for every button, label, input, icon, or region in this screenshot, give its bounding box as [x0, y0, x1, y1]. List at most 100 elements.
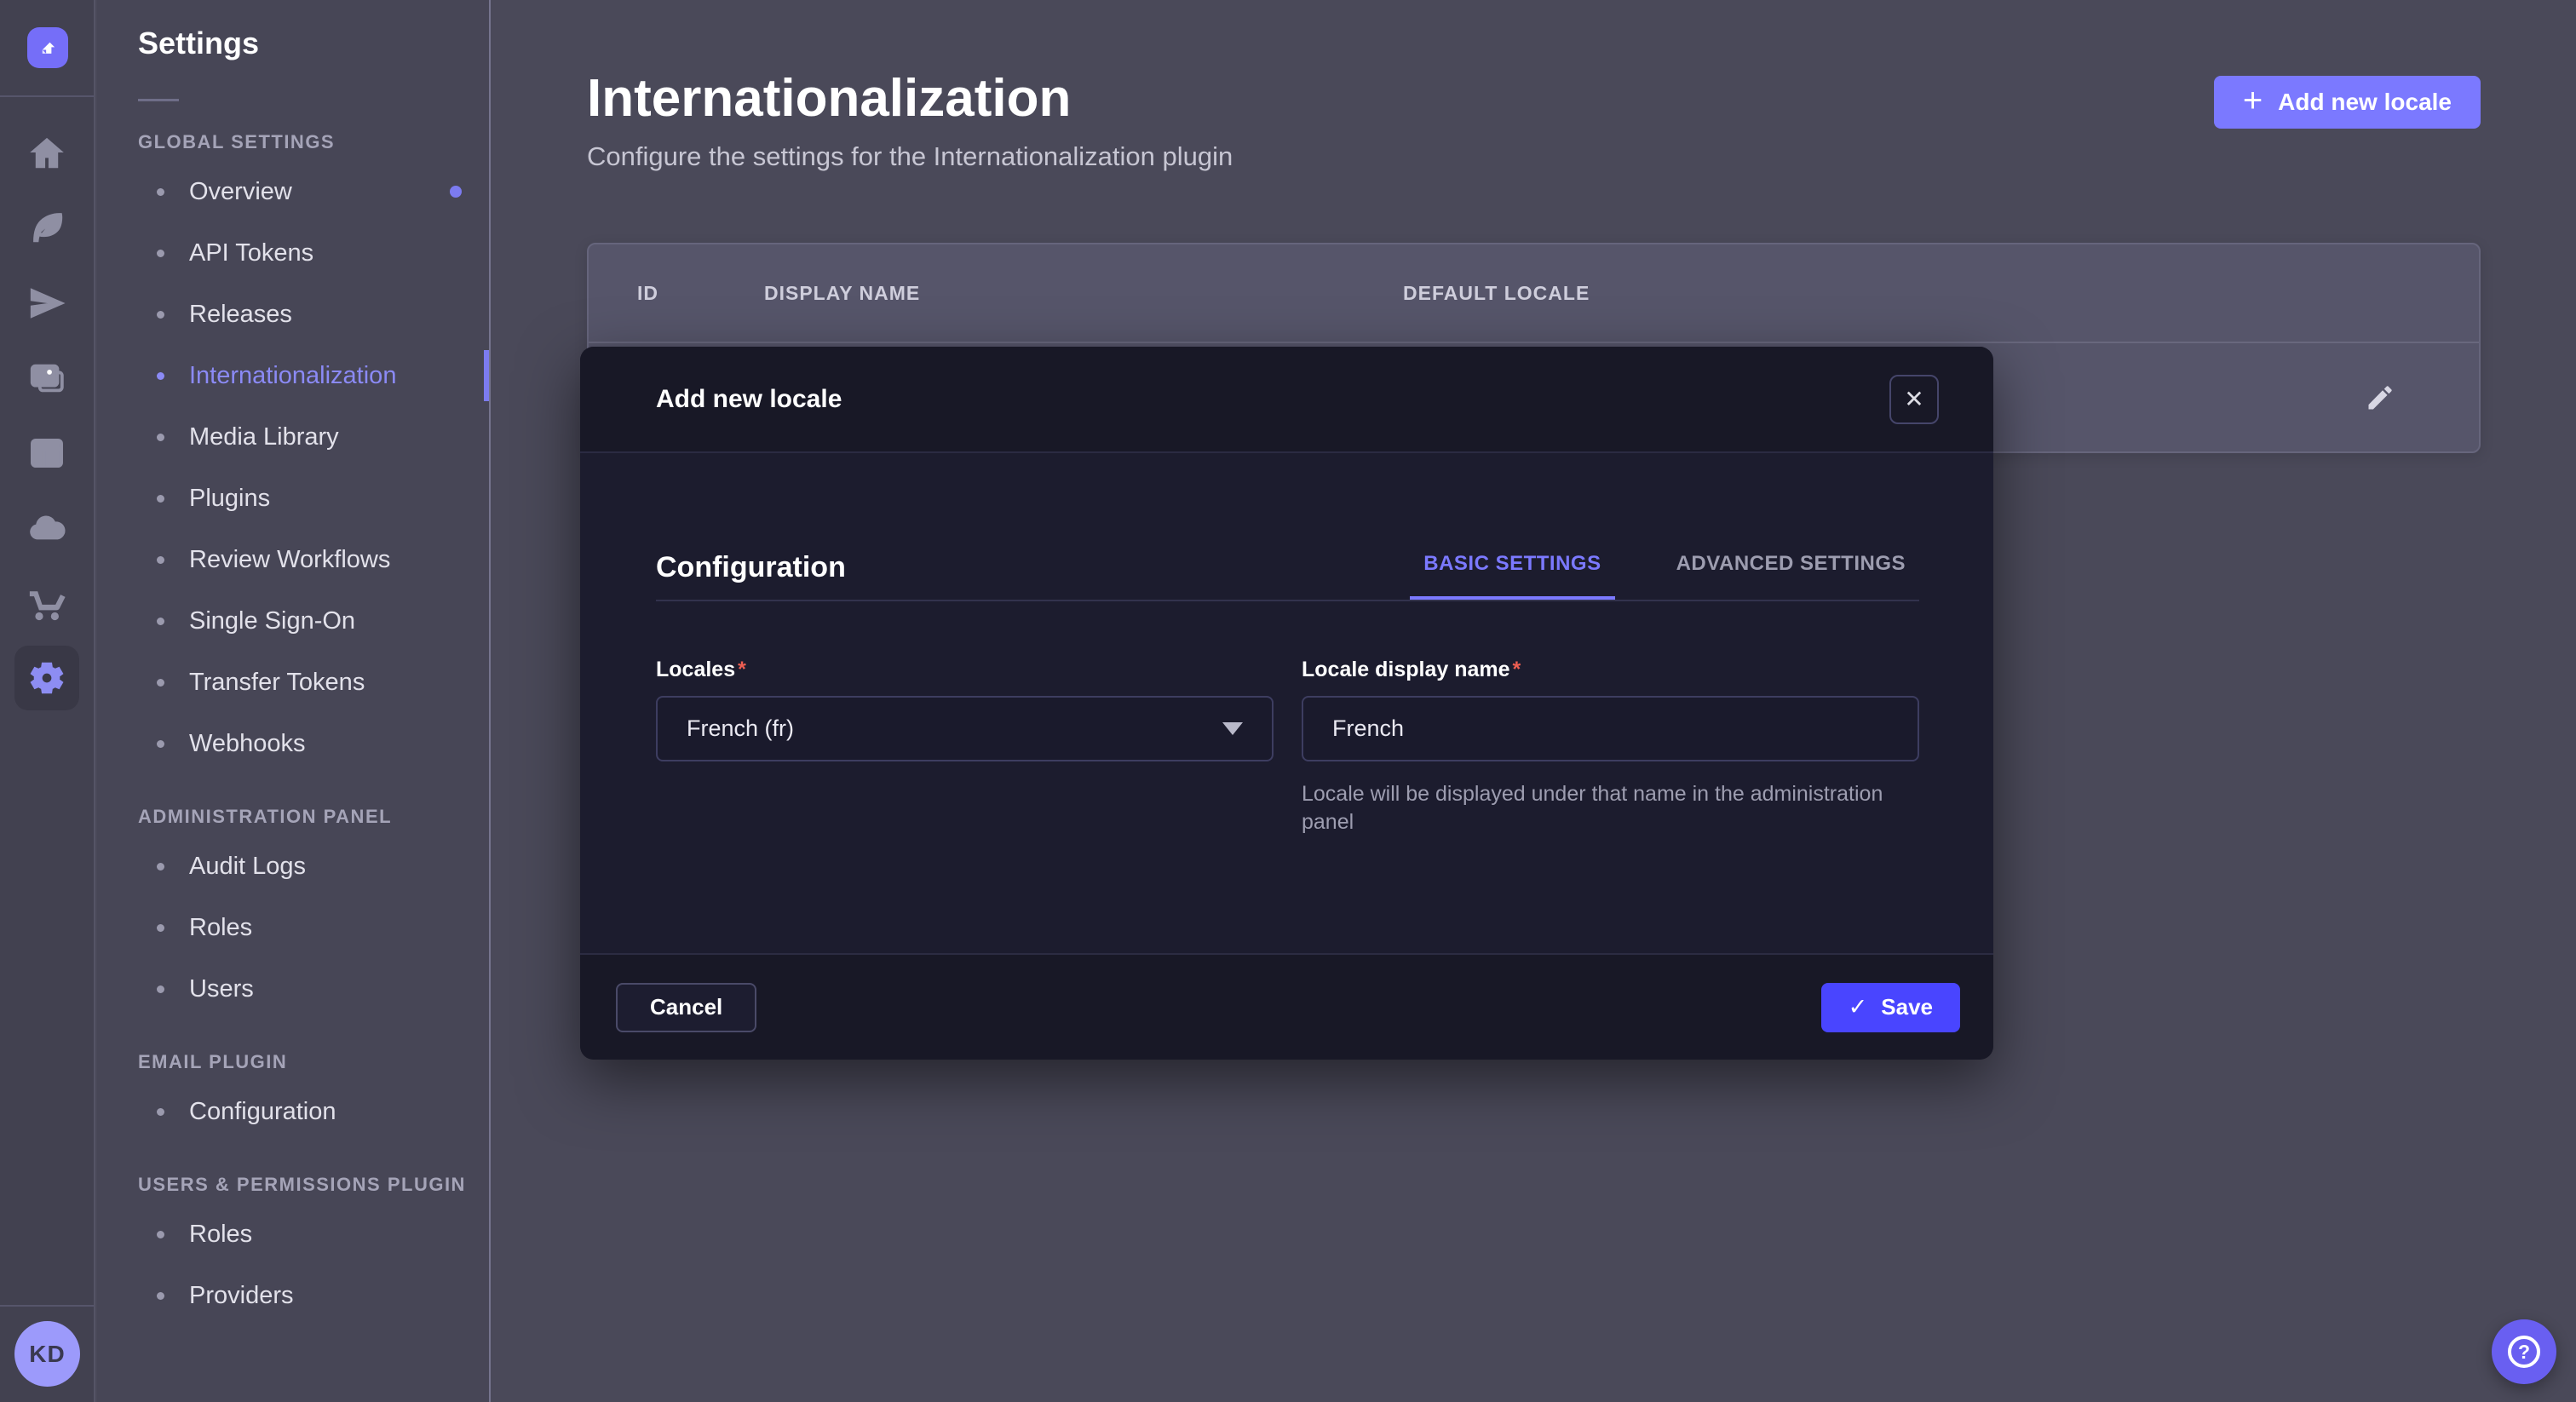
modal-title: Add new locale	[656, 385, 842, 414]
sidebar-item-label: Plugins	[189, 485, 270, 513]
sidebar-item-label: API Tokens	[189, 239, 313, 267]
divider	[138, 99, 179, 101]
cloud-icon	[27, 509, 66, 548]
add-new-locale-button[interactable]: + Add new locale	[2214, 76, 2481, 129]
locales-select-value: French (fr)	[687, 715, 794, 742]
save-button[interactable]: ✓ Save	[1821, 983, 1960, 1032]
bullet-icon	[157, 924, 164, 932]
locales-label: Locales*	[656, 658, 1274, 682]
nav-marketplace-button[interactable]	[0, 566, 94, 641]
required-asterisk: *	[1513, 658, 1521, 681]
sidebar-item-roles-up[interactable]: Roles	[97, 1204, 489, 1265]
help-button[interactable]: ?	[2492, 1319, 2556, 1384]
layout-icon	[27, 434, 66, 473]
bullet-icon	[157, 556, 164, 564]
sidebar-item-audit-logs[interactable]: Audit Logs	[97, 836, 489, 897]
bullet-icon	[157, 434, 164, 441]
modal-footer: Cancel ✓ Save	[580, 953, 1993, 1060]
bullet-icon	[157, 618, 164, 625]
column-header-id: ID	[637, 282, 658, 305]
strapi-logo-icon	[35, 35, 60, 60]
sidebar-item-label: Review Workflows	[189, 546, 390, 574]
sidebar-item-plugins[interactable]: Plugins	[97, 468, 489, 529]
sidebar-item-label: Internationalization	[189, 362, 396, 390]
bullet-icon	[157, 1231, 164, 1238]
section-label-email-plugin: EMAIL PLUGIN	[138, 1043, 489, 1081]
nav-content-manager-button[interactable]	[0, 416, 94, 491]
media-library-icon	[27, 359, 66, 398]
sidebar-item-label: Single Sign-On	[189, 607, 355, 635]
sidebar-item-single-sign-on[interactable]: Single Sign-On	[97, 590, 489, 652]
main-nav-strip: KD	[0, 0, 95, 1402]
sidebar-item-webhooks[interactable]: Webhooks	[97, 713, 489, 774]
tab-advanced-settings[interactable]: ADVANCED SETTINGS	[1663, 552, 1919, 601]
sidebar-item-review-workflows[interactable]: Review Workflows	[97, 529, 489, 590]
feather-icon	[27, 209, 66, 248]
nav-media-library-button[interactable]	[0, 341, 94, 416]
nav-releases-button[interactable]	[0, 266, 94, 341]
tab-basic-settings[interactable]: BASIC SETTINGS	[1410, 552, 1614, 601]
settings-panel-title: Settings	[138, 26, 489, 61]
sidebar-item-internationalization[interactable]: Internationalization	[97, 345, 489, 406]
sidebar-item-label: Transfer Tokens	[189, 669, 365, 697]
strapi-logo[interactable]	[27, 27, 68, 68]
section-label-users-permissions-plugin: USERS & PERMISSIONS PLUGIN	[138, 1166, 489, 1204]
pencil-icon	[2365, 382, 2395, 413]
page-title: Internationalization	[587, 68, 1071, 129]
chevron-down-icon	[1222, 722, 1243, 735]
bullet-icon	[157, 679, 164, 687]
close-modal-button[interactable]: ✕	[1889, 375, 1939, 424]
sidebar-item-label: Webhooks	[189, 730, 306, 758]
column-header-display-name: DISPLAY NAME	[764, 282, 920, 305]
sidebar-item-providers[interactable]: Providers	[97, 1265, 489, 1326]
sidebar-item-api-tokens[interactable]: API Tokens	[97, 222, 489, 284]
sidebar-item-configuration[interactable]: Configuration	[97, 1081, 489, 1142]
divider	[0, 1305, 94, 1307]
page-subtitle: Configure the settings for the Internati…	[587, 141, 1233, 172]
display-name-field: Locale display name* Locale will be disp…	[1302, 658, 1919, 836]
sidebar-item-overview[interactable]: Overview	[97, 161, 489, 222]
user-avatar[interactable]: KD	[14, 1321, 80, 1387]
gear-icon	[27, 658, 66, 698]
divider	[0, 95, 94, 97]
sidebar-item-label: Media Library	[189, 423, 339, 451]
edit-locale-button[interactable]	[2356, 374, 2404, 422]
column-header-default-locale: DEFAULT LOCALE	[1403, 282, 1590, 305]
settings-tabs: BASIC SETTINGS ADVANCED SETTINGS	[1410, 552, 1919, 601]
sidebar-item-label: Roles	[189, 914, 252, 942]
nav-cloud-button[interactable]	[0, 491, 94, 566]
bullet-icon	[157, 188, 164, 196]
add-locale-modal: Add new locale ✕ Configuration BASIC SET…	[580, 347, 1993, 1060]
required-asterisk: *	[738, 658, 746, 681]
save-button-label: Save	[1881, 994, 1933, 1020]
bullet-icon	[157, 1292, 164, 1300]
nav-content-builder-button[interactable]	[0, 191, 94, 266]
bullet-icon	[157, 740, 164, 748]
sidebar-item-transfer-tokens[interactable]: Transfer Tokens	[97, 652, 489, 713]
sidebar-item-releases[interactable]: Releases	[97, 284, 489, 345]
sidebar-item-label: Configuration	[189, 1098, 336, 1126]
bullet-icon	[157, 863, 164, 871]
sidebar-item-roles[interactable]: Roles	[97, 897, 489, 958]
cancel-button[interactable]: Cancel	[616, 983, 756, 1032]
bullet-icon	[157, 250, 164, 257]
sidebar-item-label: Users	[189, 975, 254, 1003]
settings-sub-nav: Settings GLOBAL SETTINGS Overview API To…	[97, 0, 491, 1402]
bullet-icon	[157, 985, 164, 993]
nav-settings-button[interactable]	[0, 641, 94, 715]
locales-select[interactable]: French (fr)	[656, 696, 1274, 761]
active-indicator	[484, 350, 489, 401]
sidebar-item-label: Overview	[189, 178, 292, 206]
display-name-helper-text: Locale will be displayed under that name…	[1302, 780, 1932, 836]
sidebar-item-media-library[interactable]: Media Library	[97, 406, 489, 468]
bullet-icon	[157, 372, 164, 380]
add-new-locale-label: Add new locale	[2278, 89, 2452, 116]
locale-display-name-input[interactable]	[1302, 696, 1919, 761]
sidebar-item-label: Roles	[189, 1221, 252, 1249]
modal-body: Configuration BASIC SETTINGS ADVANCED SE…	[656, 453, 1919, 953]
nav-home-button[interactable]	[0, 116, 94, 191]
cart-icon	[27, 583, 66, 623]
display-name-label-text: Locale display name	[1302, 658, 1510, 681]
sidebar-item-users[interactable]: Users	[97, 958, 489, 1020]
divider	[656, 600, 1919, 601]
